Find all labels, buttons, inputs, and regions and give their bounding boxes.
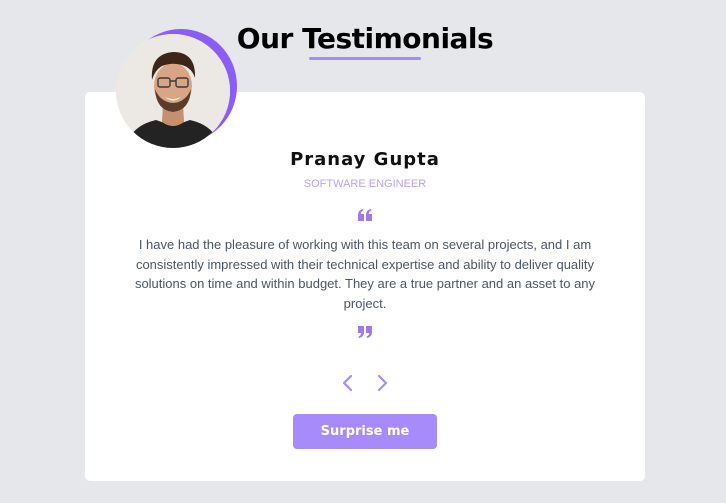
quote-left-icon — [358, 209, 372, 221]
chevron-left-icon[interactable] — [340, 374, 356, 392]
avatar — [116, 34, 230, 148]
testimonial-role: Software Engineer — [303, 178, 427, 190]
quote-right-icon — [358, 326, 372, 338]
testimonial-quote: I have had the pleasure of working with … — [134, 237, 596, 311]
page-title: Our Testimonials — [236, 22, 494, 55]
surprise-me-button[interactable]: Surprise me — [293, 414, 437, 449]
testimonial-name: Pranay Gupta — [290, 149, 440, 170]
title-underline — [309, 57, 421, 60]
chevron-right-icon[interactable] — [374, 374, 390, 392]
